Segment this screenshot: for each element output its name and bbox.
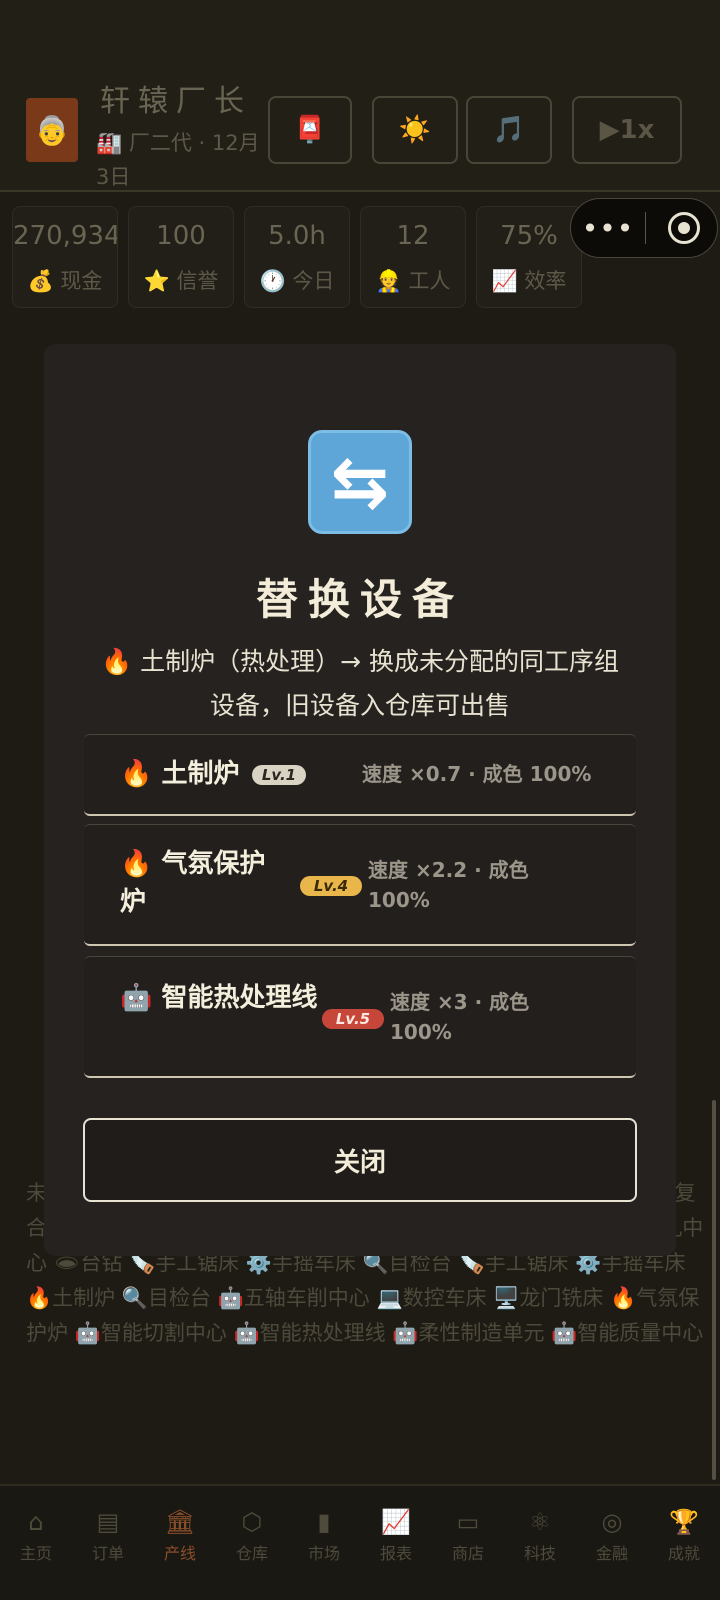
stat-label: 🕐 今日	[259, 269, 335, 293]
option-qifenbaohulu[interactable]: 🔥 气氛保护炉 Lv.4 速度 ×2.2 · 成色 100%	[84, 824, 636, 946]
mail-button[interactable]: 📮	[268, 96, 352, 164]
tab-label: 金融	[595, 1544, 628, 1563]
option-label: 土制炉	[161, 759, 240, 789]
stat-value: 5.0h	[268, 221, 326, 251]
close-miniprogram-icon[interactable]	[668, 212, 700, 244]
option-tuzhilu[interactable]: 🔥 土制炉 Lv.1 速度 ×0.7 · 成色 100%	[84, 734, 636, 816]
fire-icon: 🔥	[120, 759, 153, 789]
replace-equipment-dialog: ⇆ 替换设备 🔥 土制炉（热处理）→ 换成未分配的同工序组设备，旧设备入仓库可出…	[44, 344, 676, 1256]
factory-subtitle: 🏭 厂二代 · 12月3日	[96, 131, 260, 189]
tab-label: 市场	[307, 1544, 340, 1563]
header-divider	[0, 190, 720, 192]
capsule-divider	[645, 212, 646, 244]
stat-today: 5.0h 🕐 今日	[244, 206, 350, 308]
tab-label: 主页	[19, 1544, 52, 1563]
option-name: 🔥 气氛保护炉	[120, 845, 280, 921]
option-stats: 速度 ×0.7 · 成色 100%	[362, 762, 592, 786]
option-name: 🔥 土制炉	[120, 755, 340, 793]
coin-icon: ◎	[601, 1508, 623, 1536]
tab-label: 报表	[379, 1544, 412, 1563]
level-badge: Lv.1	[252, 765, 306, 785]
level-badge: Lv.5	[322, 1009, 384, 1029]
tab-finance[interactable]: ◎ 金融	[576, 1486, 648, 1600]
home-icon: ⌂	[28, 1508, 44, 1536]
fire-icon: 🔥	[120, 849, 153, 879]
tab-orders[interactable]: ▤ 订单	[72, 1486, 144, 1600]
line-chart-icon: 📈	[381, 1508, 411, 1536]
factory-icon: 🏛	[164, 1508, 196, 1536]
music-button[interactable]: 🎵	[466, 96, 552, 164]
miniprogram-capsule: •••	[570, 198, 718, 258]
option-label: 智能热处理线	[161, 983, 318, 1013]
dialog-title: 替换设备	[255, 575, 464, 624]
stat-cash: 270,934 💰 现金	[12, 206, 118, 308]
top-header: 👵 轩辕厂长 🏭 厂二代 · 12月3日 📮 ☀️ 🎵 ▶1x	[0, 0, 720, 192]
atom-icon: ⚛	[529, 1508, 551, 1536]
option-zhinengrechulixian[interactable]: 🤖 智能热处理线 Lv.5 速度 ×3 · 成色 100%	[84, 956, 636, 1078]
tab-label: 仓库	[235, 1544, 268, 1563]
factory-title: 轩辕厂长	[100, 84, 252, 119]
stat-label: ⭐ 信誉	[143, 269, 219, 293]
trophy-icon: 🏆	[669, 1508, 699, 1536]
orders-icon: ▤	[96, 1508, 120, 1536]
tab-warehouse[interactable]: ⬡ 仓库	[216, 1486, 288, 1600]
dialog-description: 🔥 土制炉（热处理）→ 换成未分配的同工序组设备，旧设备入仓库可出售	[101, 647, 619, 720]
stat-reputation: 100 ⭐ 信誉	[128, 206, 234, 308]
tab-production[interactable]: 🏛 产线	[144, 1486, 216, 1600]
bar-chart-icon: ▮	[317, 1508, 331, 1536]
stat-workers: 12 👷 工人	[360, 206, 466, 308]
close-button[interactable]: 关闭	[83, 1118, 637, 1202]
swap-arrows-icon: ⇆	[308, 430, 412, 534]
option-stats: 速度 ×2.2 · 成色 100%	[368, 858, 529, 912]
theme-button[interactable]: ☀️	[372, 96, 458, 164]
stat-value: 100	[156, 221, 206, 251]
scrollbar[interactable]	[712, 1100, 716, 1480]
tab-achievements[interactable]: 🏆 成就	[648, 1486, 720, 1600]
option-name: 🤖 智能热处理线	[120, 979, 320, 1017]
stat-efficiency: 75% 📈 效率	[476, 206, 582, 308]
option-stats: 速度 ×3 · 成色 100%	[390, 990, 530, 1044]
tab-shop[interactable]: ▭ 商店	[432, 1486, 504, 1600]
tab-reports[interactable]: 📈 报表	[360, 1486, 432, 1600]
shop-icon: ▭	[456, 1508, 480, 1536]
tab-label: 商店	[451, 1544, 484, 1563]
stat-value: 75%	[500, 221, 558, 251]
tab-label: 订单	[91, 1544, 124, 1563]
stat-label: 📈 效率	[491, 269, 567, 293]
tab-label: 科技	[523, 1544, 556, 1563]
stat-label: 👷 工人	[375, 269, 451, 293]
robot-icon: 🤖	[120, 983, 153, 1013]
stat-value: 12	[396, 221, 430, 251]
stat-value: 270,934	[13, 221, 117, 251]
bottom-tab-bar: ⌂ 主页 ▤ 订单 🏛 产线 ⬡ 仓库 ▮ 市场 📈 报表 ▭ 商店 ⚛ 科技 ◎ 金融 🏆 成就	[0, 1484, 720, 1600]
level-badge: Lv.4	[300, 876, 362, 896]
tab-label: 产线	[163, 1544, 196, 1563]
tab-tech[interactable]: ⚛ 科技	[504, 1486, 576, 1600]
stat-label: 💰 现金	[27, 269, 103, 293]
box-icon: ⬡	[241, 1508, 263, 1536]
speed-button[interactable]: ▶1x	[572, 96, 682, 164]
tab-home[interactable]: ⌂ 主页	[0, 1486, 72, 1600]
tab-label: 成就	[667, 1544, 700, 1563]
tab-market[interactable]: ▮ 市场	[288, 1486, 360, 1600]
avatar[interactable]: 👵	[26, 98, 78, 162]
more-menu-icon[interactable]: •••	[571, 212, 645, 245]
